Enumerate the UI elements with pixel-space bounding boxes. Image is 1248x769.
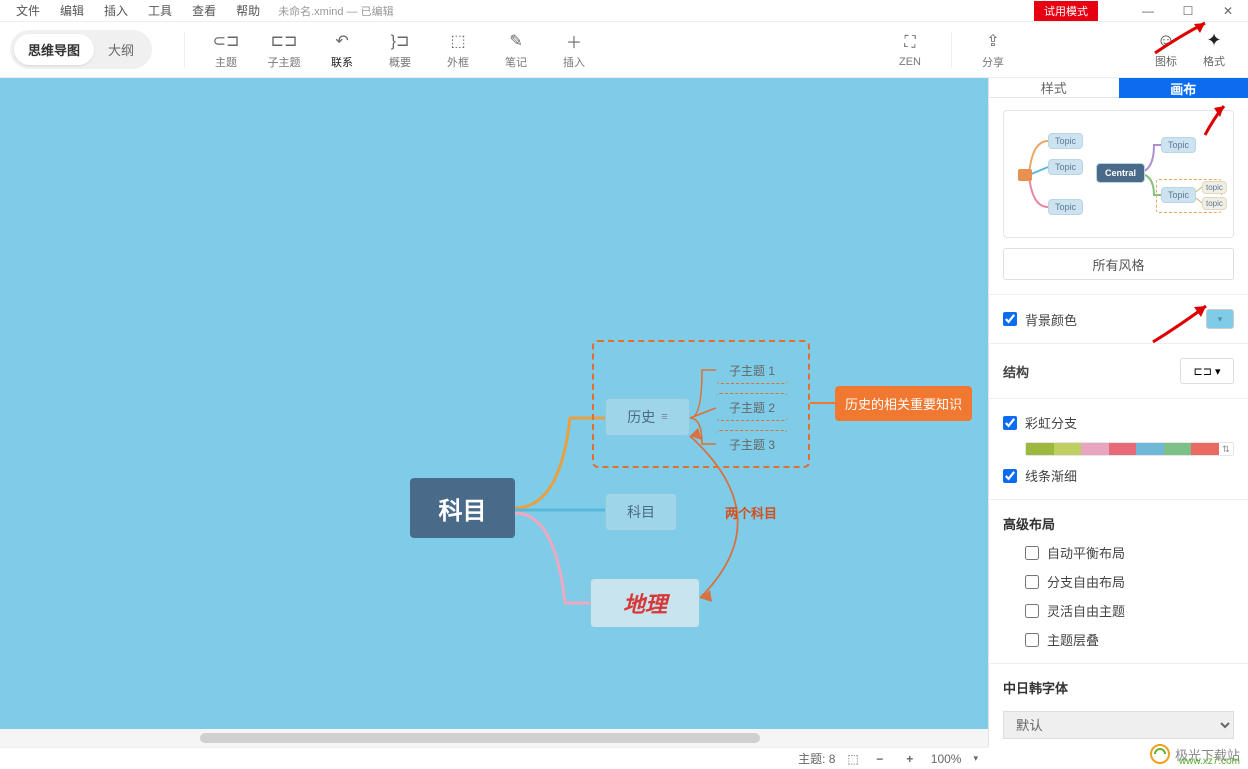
zoom-level[interactable]: 100% <box>931 752 962 766</box>
zoom-dropdown-icon[interactable]: ▾ <box>973 753 978 764</box>
cjk-font-heading: 中日韩字体 <box>1003 678 1234 697</box>
toolbar-separator <box>951 32 952 68</box>
smiley-icon: ☺ <box>1157 30 1175 51</box>
trial-mode-badge[interactable]: 试用模式 <box>1034 1 1098 21</box>
topic-icon: ⊂⊐ <box>213 30 240 52</box>
subtopic-node-1[interactable]: 子主题 1 <box>716 356 788 384</box>
boundary-icon: ⬚ <box>450 30 465 52</box>
free-branch-checkbox[interactable] <box>1025 575 1039 589</box>
toolbar-separator <box>184 32 185 68</box>
zoom-out-button[interactable]: − <box>871 752 889 766</box>
view-outline-button[interactable]: 大纲 <box>94 34 148 65</box>
menu-file[interactable]: 文件 <box>6 2 50 19</box>
menu-bar: 文件 编辑 插入 工具 查看 帮助 未命名.xmind — 已编辑 试用模式 —… <box>0 0 1248 22</box>
central-topic-node[interactable]: 科目 <box>410 478 515 538</box>
map-overview-button[interactable]: ⬚ <box>847 752 858 766</box>
subtopic-icon: ⊏⊐ <box>271 30 298 52</box>
structure-label: 结构 <box>1003 362 1180 381</box>
view-mindmap-button[interactable]: 思维导图 <box>14 34 94 65</box>
format-panel-button[interactable]: ✦格式 <box>1190 30 1238 69</box>
bg-color-picker[interactable]: ▾ <box>1206 309 1234 329</box>
summary-button[interactable]: }⊐概要 <box>371 30 429 70</box>
panel-tab-canvas[interactable]: 画布 <box>1119 78 1248 98</box>
subtopic-node-2[interactable]: 子主题 2 <box>716 393 788 421</box>
rainbow-label: 彩虹分支 <box>1025 413 1234 432</box>
boundary-button[interactable]: ⬚外框 <box>429 30 487 70</box>
insert-button[interactable]: ＋插入 <box>545 30 603 70</box>
format-side-panel: 样式 画布 Topic Topic Topic Central T <box>988 78 1248 747</box>
horizontal-scrollbar[interactable] <box>0 729 988 747</box>
icon-panel-button[interactable]: ☺图标 <box>1142 30 1190 69</box>
view-mode-toggle: 思维导图 大纲 <box>10 30 152 69</box>
note-icon: ✎ <box>509 30 522 52</box>
window-minimize-button[interactable]: — <box>1128 0 1168 22</box>
topic-count: 主题: 8 <box>798 750 835 767</box>
scrollbar-thumb[interactable] <box>200 733 760 743</box>
zen-button[interactable]: ⛶ZEN <box>881 32 939 68</box>
share-icon: ⇪ <box>986 30 999 52</box>
rainbow-color-bar[interactable]: ⇅ <box>1025 442 1234 456</box>
notes-indicator-icon[interactable]: ≡ <box>661 411 667 423</box>
menu-view[interactable]: 查看 <box>182 2 226 19</box>
taper-checkbox[interactable] <box>1003 469 1017 483</box>
callout-label[interactable]: 历史的相关重要知识 <box>835 386 972 421</box>
mindmap-canvas[interactable]: 科目 历史 ≡ 科目 地理 子主题 1 子主题 2 子主题 3 历史的相关重要知… <box>0 78 988 729</box>
window-maximize-button[interactable]: ☐ <box>1168 0 1208 22</box>
bg-color-checkbox[interactable] <box>1003 312 1017 326</box>
topic-node-subject[interactable]: 科目 <box>605 493 677 531</box>
taper-label: 线条渐细 <box>1025 466 1234 485</box>
summary-icon: }⊐ <box>391 30 410 52</box>
share-button[interactable]: ⇪分享 <box>964 30 1022 70</box>
zen-icon: ⛶ <box>904 32 915 54</box>
menu-edit[interactable]: 编辑 <box>50 2 94 19</box>
topic-node-history[interactable]: 历史 ≡ <box>605 398 690 436</box>
paintbrush-icon: ✦ <box>1206 30 1221 51</box>
structure-selector[interactable]: ⊏⊐ ▾ <box>1180 358 1234 384</box>
rainbow-checkbox[interactable] <box>1003 416 1017 430</box>
main-toolbar: 思维导图 大纲 ⊂⊐主题 ⊏⊐子主题 ↶联系 }⊐概要 ⬚外框 ✎笔记 ＋插入 … <box>0 22 1248 78</box>
relation-icon: ↶ <box>335 30 348 52</box>
all-styles-button[interactable]: 所有风格 <box>1003 248 1234 280</box>
topic-label: 历史 <box>627 407 655 427</box>
watermark-logo-icon <box>1149 743 1171 765</box>
auto-balance-checkbox[interactable] <box>1025 546 1039 560</box>
bg-color-label: 背景颜色 <box>1025 310 1206 329</box>
canvas-area[interactable]: 科目 历史 ≡ 科目 地理 子主题 1 子主题 2 子主题 3 历史的相关重要知… <box>0 78 988 747</box>
note-button[interactable]: ✎笔记 <box>487 30 545 70</box>
menu-tools[interactable]: 工具 <box>138 2 182 19</box>
free-topic-checkbox[interactable] <box>1025 604 1039 618</box>
zoom-in-button[interactable]: + <box>901 752 919 766</box>
panel-tab-style[interactable]: 样式 <box>989 78 1119 98</box>
menu-insert[interactable]: 插入 <box>94 2 138 19</box>
subtopic-button[interactable]: ⊏⊐子主题 <box>255 30 313 70</box>
cjk-font-select[interactable]: 默认 <box>1003 711 1234 739</box>
theme-preview[interactable]: Topic Topic Topic Central Topic Topic to… <box>1003 110 1234 238</box>
topic-node-geography[interactable]: 地理 <box>590 578 700 628</box>
insert-icon: ＋ <box>566 30 582 52</box>
menu-help[interactable]: 帮助 <box>226 2 270 19</box>
relation-button[interactable]: ↶联系 <box>313 30 371 70</box>
window-close-button[interactable]: ✕ <box>1208 0 1248 22</box>
status-bar: 主题: 8 ⬚ − + 100% ▾ <box>0 747 988 769</box>
document-filename: 未命名.xmind — 已编辑 <box>278 3 394 19</box>
advanced-layout-heading: 高级布局 <box>1003 514 1234 533</box>
overlap-checkbox[interactable] <box>1025 633 1039 647</box>
relationship-label[interactable]: 两个科目 <box>725 503 777 522</box>
subtopic-node-3[interactable]: 子主题 3 <box>716 430 788 458</box>
watermark: 极光下载站 www.xz7.com <box>1149 743 1240 765</box>
topic-button[interactable]: ⊂⊐主题 <box>197 30 255 70</box>
